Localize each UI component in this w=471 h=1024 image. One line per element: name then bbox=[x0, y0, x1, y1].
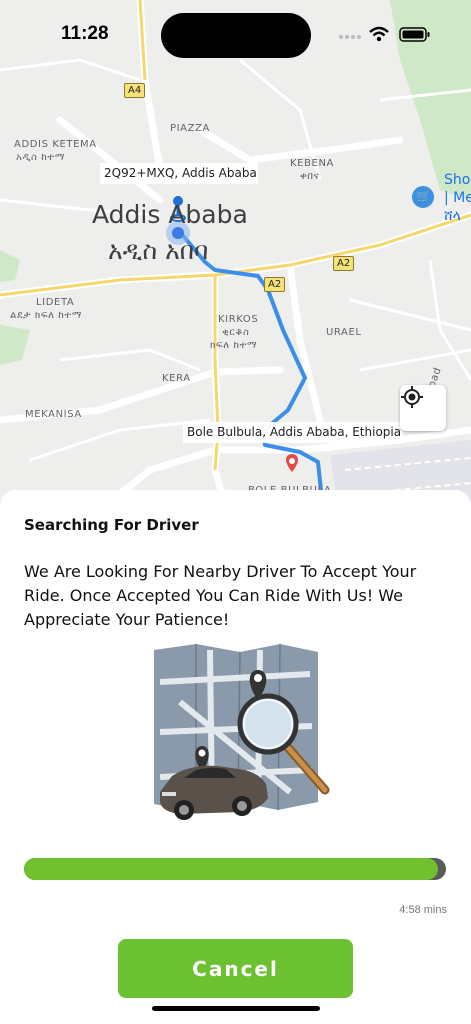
road-shield-a2-right: A2 bbox=[333, 256, 355, 271]
shopping-cart-icon[interactable]: 🛒 bbox=[416, 188, 431, 204]
map-label-kebena: KEBENA bbox=[290, 158, 334, 169]
status-bar: 11:28 bbox=[0, 0, 471, 70]
battery-icon bbox=[399, 27, 430, 42]
wifi-icon bbox=[369, 26, 389, 42]
map-search-illustration bbox=[154, 643, 330, 820]
crosshair-icon bbox=[401, 386, 423, 408]
map-label-city: Addis Ababa bbox=[92, 200, 248, 229]
sheet-message: We Are Looking For Nearby Driver To Acce… bbox=[24, 562, 417, 629]
map-label-piazza: PIAZZA bbox=[170, 123, 210, 134]
sheet-title: Searching For Driver bbox=[24, 516, 199, 534]
map-label-kirkos-am1: ቂርቆስ bbox=[222, 327, 250, 338]
cancel-button[interactable]: Cancel bbox=[118, 939, 353, 998]
my-location-button[interactable] bbox=[400, 385, 446, 431]
map-label-kirkos-am2: ክፍለ ከተማ bbox=[210, 340, 258, 351]
dropoff-address-label[interactable]: Bole Bulbula, Addis Ababa, Ethiopia bbox=[183, 422, 403, 443]
search-progress-bar bbox=[24, 858, 446, 880]
poi-label-line3: ሸላ bbox=[444, 208, 461, 224]
road-shield-a4: A4 bbox=[124, 83, 146, 98]
signal-dots-icon bbox=[339, 35, 361, 39]
pickup-address-label[interactable]: 2Q92+MXQ, Addis Ababa bbox=[100, 163, 258, 184]
map-label-lideta: LIDETA bbox=[36, 297, 75, 308]
map-label-city-am: አዲስ አበባ bbox=[108, 236, 209, 265]
map-label-kera: KERA bbox=[162, 373, 191, 384]
map-label-lideta-am: ልደታ ክፍለ ከተማ bbox=[10, 310, 83, 321]
search-time-remaining: 4:58 mins bbox=[399, 904, 447, 916]
map-label-addis-ketema-am: አዲስ ከተማ bbox=[16, 152, 65, 163]
map-label-urael: URAEL bbox=[326, 327, 362, 338]
map-label-kirkos: KIRKOS bbox=[218, 314, 259, 325]
map-view[interactable]: ADDIS KETEMA አዲስ ከተማ PIAZZA KEBENA ቀበና A… bbox=[0, 0, 471, 520]
poi-label-line2: | Me bbox=[444, 190, 471, 206]
driver-search-sheet: Searching For Driver We Are Looking For … bbox=[0, 490, 471, 1024]
map-label-addis-ketema: ADDIS KETEMA bbox=[14, 139, 97, 150]
search-progress-fill bbox=[24, 858, 438, 880]
poi-label-line1: Sho bbox=[444, 172, 471, 188]
map-label-mekanisa: MEKANISA bbox=[25, 409, 82, 420]
home-indicator bbox=[152, 1006, 320, 1011]
status-time: 11:28 bbox=[61, 23, 109, 44]
map-label-kebena-am: ቀበና bbox=[300, 171, 320, 182]
dynamic-island bbox=[161, 13, 311, 58]
road-shield-a2-center: A2 bbox=[264, 277, 286, 292]
